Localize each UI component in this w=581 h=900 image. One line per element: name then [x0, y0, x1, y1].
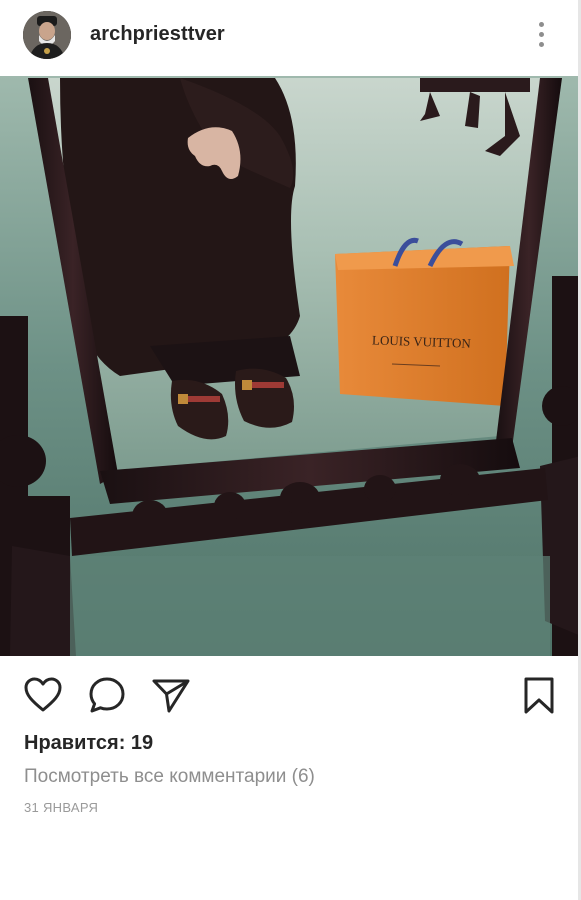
shopping-bag: LOUIS VUITTON: [335, 237, 514, 406]
post-photo[interactable]: LOUIS VUITTON: [0, 76, 581, 656]
instagram-post: archpriesttver LOUIS VUITTON Нравится: 1…: [0, 0, 581, 900]
avatar-image: [23, 11, 71, 59]
heart-icon: [24, 677, 62, 712]
post-username[interactable]: archpriesttver: [90, 23, 225, 46]
avatar[interactable]: [23, 11, 71, 59]
share-button[interactable]: [150, 674, 192, 716]
more-vertical-icon-dot: [539, 42, 544, 47]
paper-plane-icon: [152, 679, 190, 713]
bookmark-icon: [524, 677, 554, 714]
view-all-comments-link[interactable]: Посмотреть все комментарии (6): [24, 766, 315, 788]
comment-bubble-icon: [89, 677, 125, 713]
likes-count[interactable]: Нравится: 19: [24, 732, 153, 755]
post-date: 31 ЯНВАРЯ: [24, 800, 99, 815]
like-button[interactable]: [22, 674, 64, 716]
more-vertical-icon-dot: [539, 32, 544, 37]
post-actions: [0, 666, 581, 722]
more-vertical-icon: [539, 22, 544, 27]
save-button[interactable]: [518, 674, 560, 716]
photo-scene: LOUIS VUITTON: [0, 76, 581, 656]
comment-button[interactable]: [86, 674, 128, 716]
more-options-button[interactable]: [528, 20, 554, 50]
post-header: archpriesttver: [0, 0, 581, 76]
